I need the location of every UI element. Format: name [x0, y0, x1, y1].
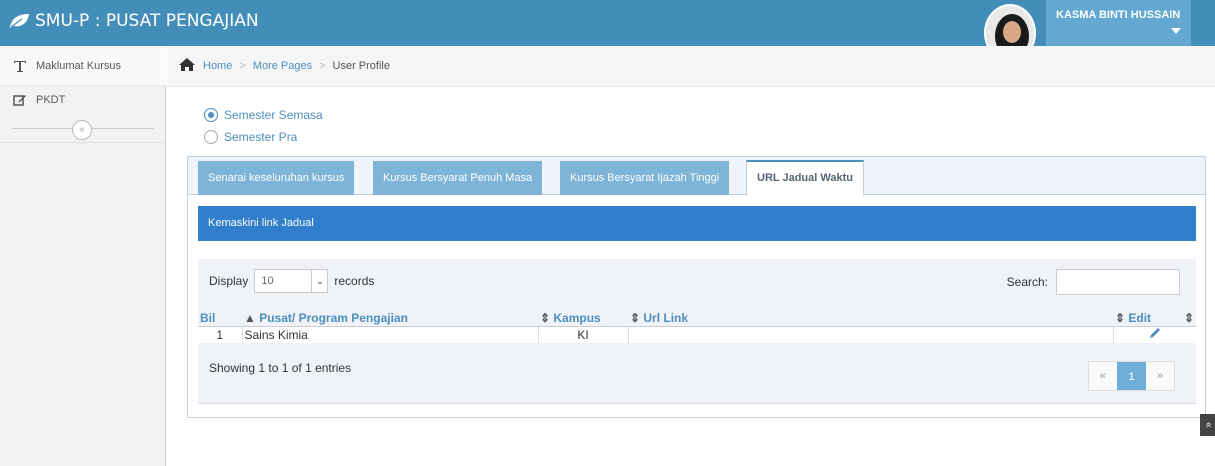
leaf-icon — [10, 14, 29, 28]
radio-semester-pra[interactable]: Semester Pra — [204, 130, 297, 144]
radio-label: Semester Semasa — [224, 108, 323, 122]
pager-page-1[interactable]: 1 — [1116, 362, 1147, 390]
cell-program: Sains Kimia — [242, 326, 539, 343]
search-label: Search: — [1006, 275, 1048, 289]
app-title: SMU-P : PUSAT PENGAJIAN — [35, 11, 259, 31]
user-name: KASMA BINTI HUSSAIN — [1056, 9, 1181, 21]
user-menu[interactable]: KASMA BINTI HUSSAIN — [984, 0, 1215, 62]
search-input[interactable] — [1056, 269, 1180, 295]
breadcrumb-separator: > — [319, 60, 326, 72]
sort-icon: ⇕ — [1115, 311, 1129, 326]
collapse-icon[interactable]: « — [72, 120, 92, 140]
col-url-link[interactable]: ⇕ Url Link — [628, 311, 1113, 327]
chevron-down-icon[interactable]: ⌄ — [311, 270, 327, 292]
datatable-length: Display 10 ⌄ records — [209, 269, 374, 293]
sidebar-collapse: « — [0, 113, 166, 143]
col-bil[interactable]: Bil — [198, 311, 242, 327]
records-select-value: 10 — [261, 275, 274, 287]
datatable: Display 10 ⌄ records Search: Bil ▲ Pusat… — [198, 259, 1196, 404]
text-icon — [10, 59, 30, 73]
sidebar-item-maklumat-kursus[interactable]: Maklumat Kursus — [0, 46, 166, 86]
cell-url — [628, 326, 1114, 343]
col-edit[interactable]: ⇕ Edit ⇕ — [1113, 311, 1196, 327]
tab-penuh-masa[interactable]: Kursus Bersyarat Penuh Masa — [373, 161, 543, 195]
sidebar-item-label: Maklumat Kursus — [36, 59, 121, 72]
pager-next[interactable]: » — [1146, 362, 1174, 390]
radio-label: Semester Pra — [224, 130, 298, 144]
caret-down-icon[interactable] — [1171, 28, 1181, 34]
cell-edit — [1113, 326, 1196, 343]
col-program[interactable]: ▲ Pusat/ Program Pengajian — [242, 311, 538, 327]
pencil-icon[interactable] — [1149, 328, 1161, 342]
user-box[interactable]: KASMA BINTI HUSSAIN — [1046, 0, 1191, 46]
scroll-top-button[interactable]: « — [1200, 414, 1215, 436]
radio-semester-semasa[interactable]: Semester Semasa — [204, 108, 323, 122]
sort-icon: ⇕ — [1183, 311, 1194, 326]
tab-bar: Senarai keseluruhan kursus Kursus Bersya… — [188, 157, 1205, 196]
radio-button[interactable] — [204, 130, 218, 144]
sidebar: Maklumat Kursus PKDT « — [0, 46, 166, 466]
sort-icon: ⇕ — [630, 311, 644, 326]
pager-prev[interactable]: « — [1089, 362, 1117, 390]
widget-header: Kemaskini link Jadual — [198, 206, 1196, 241]
tab-ijazah-tinggi[interactable]: Kursus Bersyarat Ijazah Tinggi — [560, 161, 730, 195]
radio-button[interactable] — [204, 108, 218, 122]
records-select[interactable]: 10 ⌄ — [254, 269, 329, 293]
datatable-table: Bil ▲ Pusat/ Program Pengajian ⇕ Kampus … — [198, 311, 1196, 343]
records-label: records — [334, 274, 375, 288]
cell-bil: 1 — [198, 326, 243, 343]
breadcrumb-separator: > — [239, 60, 246, 72]
pagination: « 1 » — [1088, 361, 1175, 391]
brand[interactable]: SMU-P : PUSAT PENGAJIAN — [8, 11, 259, 31]
breadcrumb-current: User Profile — [332, 60, 390, 72]
breadcrumb: Home > More Pages > User Profile — [167, 46, 1215, 87]
edit-icon — [10, 93, 30, 107]
breadcrumb-more-pages[interactable]: More Pages — [253, 60, 312, 72]
tab-senarai-kursus[interactable]: Senarai keseluruhan kursus — [198, 161, 355, 195]
sidebar-item-pkdt[interactable]: PKDT — [0, 87, 166, 113]
col-kampus[interactable]: ⇕ Kampus — [538, 311, 628, 327]
table-row: 1 Sains Kimia KI — [198, 326, 1196, 343]
table-header-row: Bil ▲ Pusat/ Program Pengajian ⇕ Kampus … — [198, 311, 1196, 327]
sort-asc-icon: ▲ — [244, 311, 260, 326]
sort-icon: ⇕ — [540, 311, 554, 326]
datatable-info: Showing 1 to 1 of 1 entries — [209, 361, 352, 375]
breadcrumb-home[interactable]: Home — [203, 60, 232, 72]
cell-kampus: KI — [538, 326, 629, 343]
tab-url-jadual-waktu[interactable]: URL Jadual Waktu — [746, 160, 864, 196]
datatable-search: Search: — [1007, 269, 1180, 295]
display-label: Display — [209, 274, 249, 288]
navbar: SMU-P : PUSAT PENGAJIAN KASMA BINTI HUSS… — [0, 0, 1215, 62]
double-chevron-up-icon: « — [1202, 422, 1214, 428]
home-icon[interactable] — [179, 58, 195, 74]
sidebar-item-label: PKDT — [36, 94, 66, 106]
